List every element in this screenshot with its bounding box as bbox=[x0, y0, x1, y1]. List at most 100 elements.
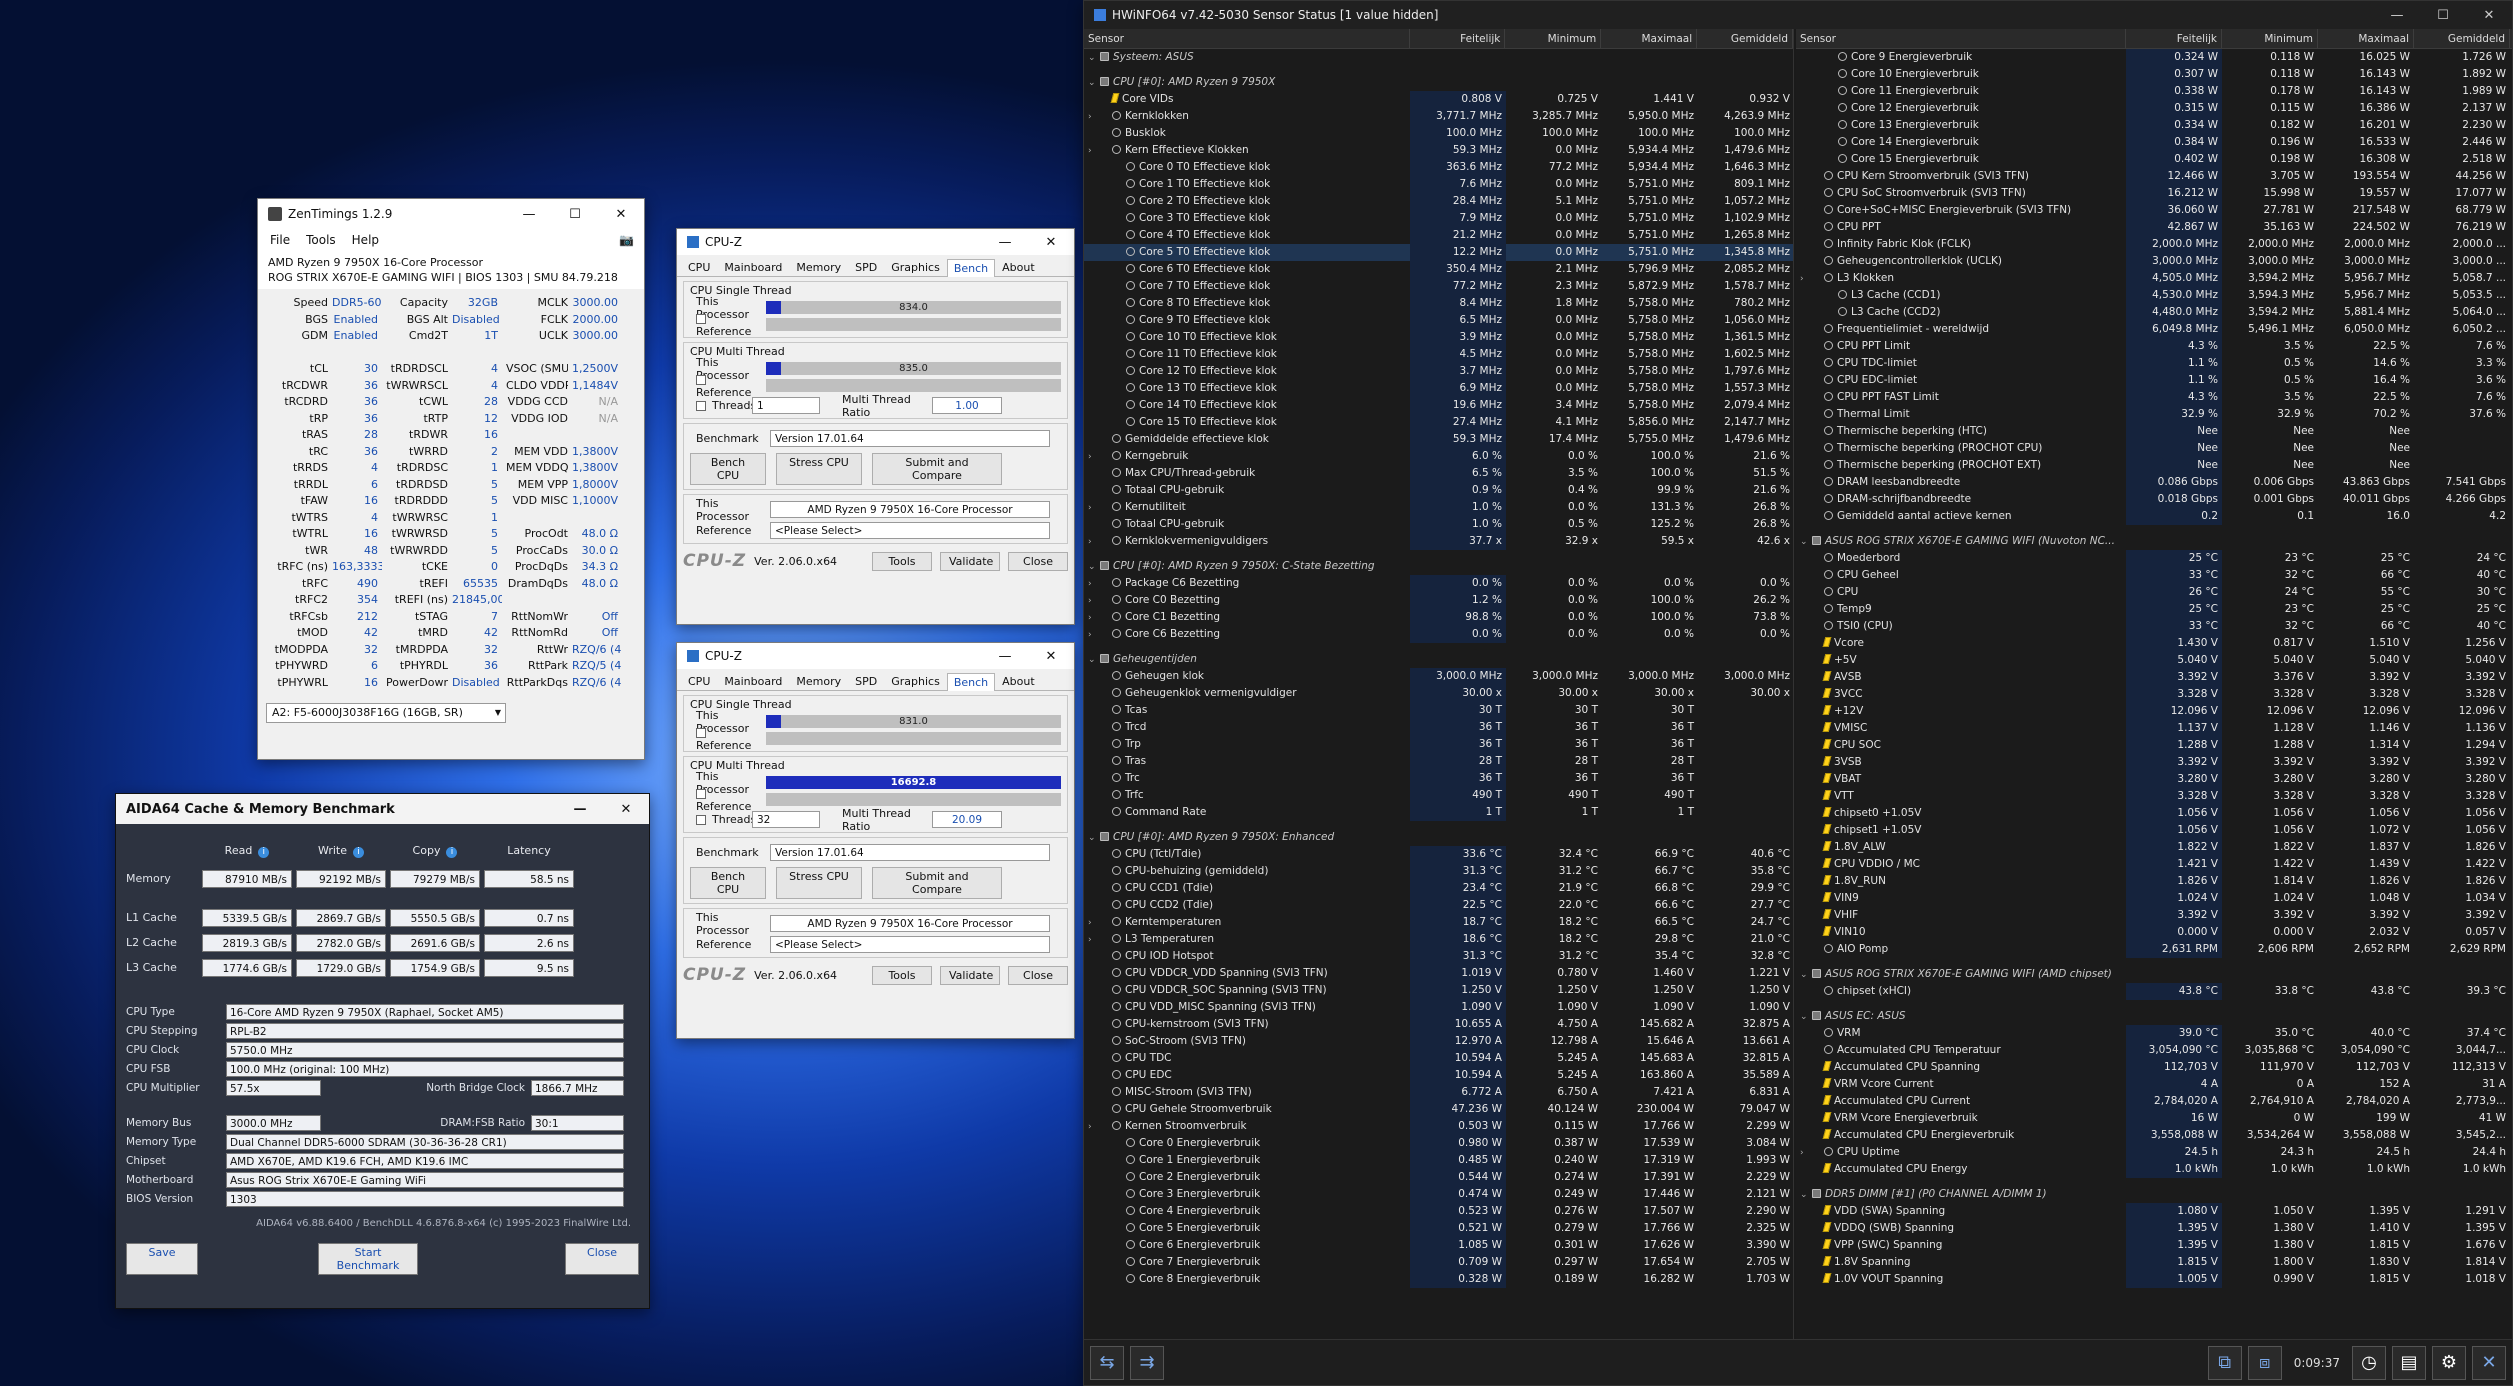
expand-icon[interactable]: ⌄ bbox=[1088, 75, 1100, 91]
sensor-row[interactable]: Core 14 T0 Effectieve klok 19.6 MHz 3.4 MH… bbox=[1084, 397, 1793, 414]
sensor-row[interactable]: AIO Pomp 2,631 RPM 2,606 RPM 2,652 RPM 2,629… bbox=[1796, 941, 2512, 958]
sensor-row[interactable]: CPU SoC Stroomverbruik (SVI3 TFN) 16.212 … bbox=[1796, 185, 2512, 202]
sensor-row[interactable]: CPU 26 °C 24 °C 55 °C 30 °C bbox=[1796, 584, 2512, 601]
tab-graphics[interactable]: Graphics bbox=[884, 258, 947, 276]
stress-cpu-button[interactable]: Stress CPU bbox=[776, 453, 862, 485]
tab-bench[interactable]: Bench bbox=[946, 259, 996, 277]
sensor-row[interactable]: +12V 12.096 V 12.096 V 12.096 V 12.096 V bbox=[1796, 703, 2512, 720]
sensor-row[interactable]: 3VSB 3.392 V 3.392 V 3.392 V 3.392 V bbox=[1796, 754, 2512, 771]
sensor-row[interactable]: DRAM leesbandbreedte 0.086 Gbps 0.006 Gbps… bbox=[1796, 474, 2512, 491]
tab-cpu[interactable]: CPU bbox=[681, 258, 717, 276]
sensor-row[interactable]: Core 1 Energieverbruik 0.485 W 0.240 W 17.3… bbox=[1084, 1152, 1793, 1169]
arrow-left-icon[interactable]: ⇆ bbox=[1090, 1345, 1124, 1380]
sensor-row[interactable]: Core+SoC+MISC Energieverbruik (SVI3 TFN)… bbox=[1796, 202, 2512, 219]
sensor-row[interactable]: Infinity Fabric Klok (FCLK) 2,000.0 MHz 2,… bbox=[1796, 236, 2512, 253]
column-header[interactable]: Feitelijk bbox=[1410, 29, 1506, 48]
sensor-row[interactable]: Trp 36 T 36 T 36 T bbox=[1084, 736, 1793, 753]
sensor-row[interactable]: › Kernen Stroomverbruik 0.503 W 0.115 W 17.7… bbox=[1084, 1118, 1793, 1135]
sensor-group[interactable]: ⌄ ASUS ROG STRIX X670E-E GAMING WIFI (Nuv… bbox=[1796, 533, 2512, 550]
sensor-group[interactable]: ⌄ CPU [#0]: AMD Ryzen 9 7950X: C-State Be… bbox=[1084, 558, 1793, 575]
sensor-row[interactable]: CPU VDDCR_VDD Spanning (SVI3 TFN) 1.019 V… bbox=[1084, 965, 1793, 982]
close-icon[interactable]: ✕ bbox=[2466, 1, 2512, 30]
tab-spd[interactable]: SPD bbox=[848, 672, 884, 690]
sensor-group[interactable]: ⌄ CPU [#0]: AMD Ryzen 9 7950X bbox=[1084, 74, 1793, 91]
minimize-icon[interactable]: — bbox=[982, 229, 1028, 255]
sensor-row[interactable]: CPU-kernstroom (SVI3 TFN) 10.655 A 4.750 A… bbox=[1084, 1016, 1793, 1033]
column-header[interactable]: Minimum bbox=[1505, 29, 1602, 48]
sensor-row[interactable]: CPU PPT Limit 4.3 % 3.5 % 22.5 % 7.6 % bbox=[1796, 338, 2512, 355]
network-icon[interactable]: ⧉ bbox=[2207, 1345, 2242, 1380]
sensor-row[interactable]: › Core C6 Bezetting 0.0 % 0.0 % 0.0 % 0.0 % bbox=[1084, 626, 1793, 643]
sensor-row[interactable]: CPU PPT 42.867 W 35.163 W 224.502 W 76.219 W bbox=[1796, 219, 2512, 236]
validate-button[interactable]: Validate bbox=[940, 965, 1000, 985]
sensor-row[interactable]: Busklok 100.0 MHz 100.0 MHz 100.0 MHz 100.0 … bbox=[1084, 125, 1793, 142]
maximize-icon[interactable]: ☐ bbox=[2420, 1, 2466, 30]
sensor-group[interactable]: ⌄ Systeem: ASUS bbox=[1084, 49, 1793, 66]
camera-icon[interactable]: 📷 bbox=[619, 233, 644, 247]
sensor-row[interactable]: Core 4 T0 Effectieve klok 21.2 MHz 0.0 MHz… bbox=[1084, 227, 1793, 244]
sensor-row[interactable]: Core 5 Energieverbruik 0.521 W 0.279 W 17.7… bbox=[1084, 1220, 1793, 1237]
sensor-row[interactable]: L3 Cache (CCD1) 4,530.0 MHz 3,594.3 MHz 5,9… bbox=[1796, 287, 2512, 304]
maximize-icon[interactable]: ☐ bbox=[552, 199, 598, 229]
expand-icon[interactable]: › bbox=[1800, 1145, 1812, 1161]
sensor-group[interactable]: ⌄ DDR5 DIMM [#1] (P0 CHANNEL A/DIMM 1) bbox=[1796, 1186, 2512, 1203]
tab-memory[interactable]: Memory bbox=[789, 672, 848, 690]
sensor-row[interactable]: Frequentielimiet - wereldwijd 6,049.8 MHz… bbox=[1796, 321, 2512, 338]
sensor-row[interactable]: CPU VDDCR_SOC Spanning (SVI3 TFN) 1.250 V… bbox=[1084, 982, 1793, 999]
minimize-icon[interactable]: — bbox=[2374, 1, 2420, 30]
close-icon[interactable]: ✕ bbox=[1028, 229, 1074, 255]
sensor-row[interactable]: › L3 Klokken 4,505.0 MHz 3,594.2 MHz 5,956.7… bbox=[1796, 270, 2512, 287]
sensor-row[interactable]: VDD (SWA) Spanning 1.080 V 1.050 V 1.395 V1… bbox=[1796, 1203, 2512, 1220]
sensor-row[interactable]: L3 Cache (CCD2) 4,480.0 MHz 3,594.2 MHz 5,8… bbox=[1796, 304, 2512, 321]
sensor-row[interactable]: chipset0 +1.05V 1.056 V 1.056 V 1.056 V 1.05… bbox=[1796, 805, 2512, 822]
sensor-row[interactable]: Geheugencontrollerklok (UCLK) 3,000.0 MHz… bbox=[1796, 253, 2512, 270]
arrow-right-icon[interactable]: ⇉ bbox=[1130, 1345, 1164, 1380]
close-button[interactable]: Close bbox=[565, 1243, 639, 1275]
sensor-row[interactable]: CPU EDC-limiet 1.1 % 0.5 % 16.4 % 3.6 % bbox=[1796, 372, 2512, 389]
sensor-row[interactable]: VHIF 3.392 V 3.392 V 3.392 V 3.392 V bbox=[1796, 907, 2512, 924]
sensor-row[interactable]: Core 14 Energieverbruik 0.384 W 0.196 W 16.… bbox=[1796, 134, 2512, 151]
sensor-row[interactable]: CPU VDDIO / MC 1.421 V 1.422 V 1.439 V 1.422… bbox=[1796, 856, 2512, 873]
minimize-icon[interactable]: — bbox=[557, 794, 603, 824]
close-button[interactable]: Close bbox=[1008, 551, 1068, 571]
close-button[interactable]: Close bbox=[1008, 965, 1068, 985]
expand-icon[interactable]: ⌄ bbox=[1800, 1009, 1812, 1025]
sensor-row[interactable]: Core 11 T0 Effectieve klok 4.5 MHz 0.0 MHz… bbox=[1084, 346, 1793, 363]
reference-checkbox[interactable] bbox=[696, 374, 706, 385]
tab-mainboard[interactable]: Mainboard bbox=[717, 672, 789, 690]
expand-icon[interactable]: ⌄ bbox=[1088, 652, 1100, 668]
benchmark-select[interactable]: Version 17.01.64 bbox=[770, 844, 1050, 861]
bench-cpu-button[interactable]: Bench CPU bbox=[690, 453, 766, 485]
start-benchmark-button[interactable]: Start Benchmark bbox=[318, 1243, 418, 1275]
threads-select[interactable]: 32 bbox=[752, 811, 820, 828]
sensor-row[interactable]: Thermal Limit 32.9 % 32.9 % 70.2 % 37.6 % bbox=[1796, 406, 2512, 423]
sensor-row[interactable]: Totaal CPU-gebruik 1.0 % 0.5 % 125.2 % 26.8 … bbox=[1084, 516, 1793, 533]
threads-checkbox[interactable] bbox=[696, 400, 706, 411]
sensor-row[interactable]: SoC-Stroom (SVI3 TFN) 12.970 A 12.798 A 15.… bbox=[1084, 1033, 1793, 1050]
sensor-row[interactable]: › Core C0 Bezetting 1.2 % 0.0 % 100.0 % 26.2 … bbox=[1084, 592, 1793, 609]
aida64-titlebar[interactable]: AIDA64 Cache & Memory Benchmark — ✕ bbox=[116, 794, 649, 824]
expand-icon[interactable]: › bbox=[1088, 593, 1100, 609]
sensor-row[interactable]: Vcore 1.430 V 0.817 V 1.510 V 1.256 V bbox=[1796, 635, 2512, 652]
sensor-row[interactable]: Trfc 490 T 490 T 490 T bbox=[1084, 787, 1793, 804]
sensor-row[interactable]: Core 8 T0 Effectieve klok 8.4 MHz 1.8 MHz 5… bbox=[1084, 295, 1793, 312]
tab-memory[interactable]: Memory bbox=[789, 258, 848, 276]
sensor-row[interactable]: CPU IOD Hotspot 31.3 °C 31.2 °C 35.4 °C 32.8… bbox=[1084, 948, 1793, 965]
sensor-row[interactable]: CPU Geheel 33 °C 32 °C 66 °C 40 °C bbox=[1796, 567, 2512, 584]
sensor-row[interactable]: Accumulated CPU Spanning 112,703 V 111,970… bbox=[1796, 1059, 2512, 1076]
sensor-row[interactable]: Trcd 36 T 36 T 36 T bbox=[1084, 719, 1793, 736]
sensor-row[interactable]: 1.0V VOUT Spanning 1.005 V 0.990 V 1.815 V1… bbox=[1796, 1271, 2512, 1288]
sensor-row[interactable]: Core 10 T0 Effectieve klok 3.9 MHz 0.0 MHz… bbox=[1084, 329, 1793, 346]
sensor-row[interactable]: CPU Kern Stroomverbruik (SVI3 TFN) 12.466… bbox=[1796, 168, 2512, 185]
sensor-row[interactable]: VPP (SWC) Spanning 1.395 V 1.380 V 1.815 V1… bbox=[1796, 1237, 2512, 1254]
submit-compare-button[interactable]: Submit and Compare bbox=[872, 453, 1002, 485]
benchmark-select[interactable]: Version 17.01.64 bbox=[770, 430, 1050, 447]
expand-icon[interactable]: ⌄ bbox=[1800, 1187, 1812, 1203]
cpuz-titlebar[interactable]: CPU-Z — ✕ bbox=[677, 643, 1074, 669]
sensor-row[interactable]: 1.8V Spanning 1.815 V 1.800 V 1.830 V 1.814 … bbox=[1796, 1254, 2512, 1271]
expand-icon[interactable]: › bbox=[1088, 449, 1100, 465]
sensor-row[interactable]: Thermische beperking (HTC) Nee Nee Nee bbox=[1796, 423, 2512, 440]
info-icon[interactable]: i bbox=[446, 847, 458, 858]
sensor-row[interactable]: Thermische beperking (PROCHOT CPU) Nee Nee… bbox=[1796, 440, 2512, 457]
tab-about[interactable]: About bbox=[995, 258, 1042, 276]
